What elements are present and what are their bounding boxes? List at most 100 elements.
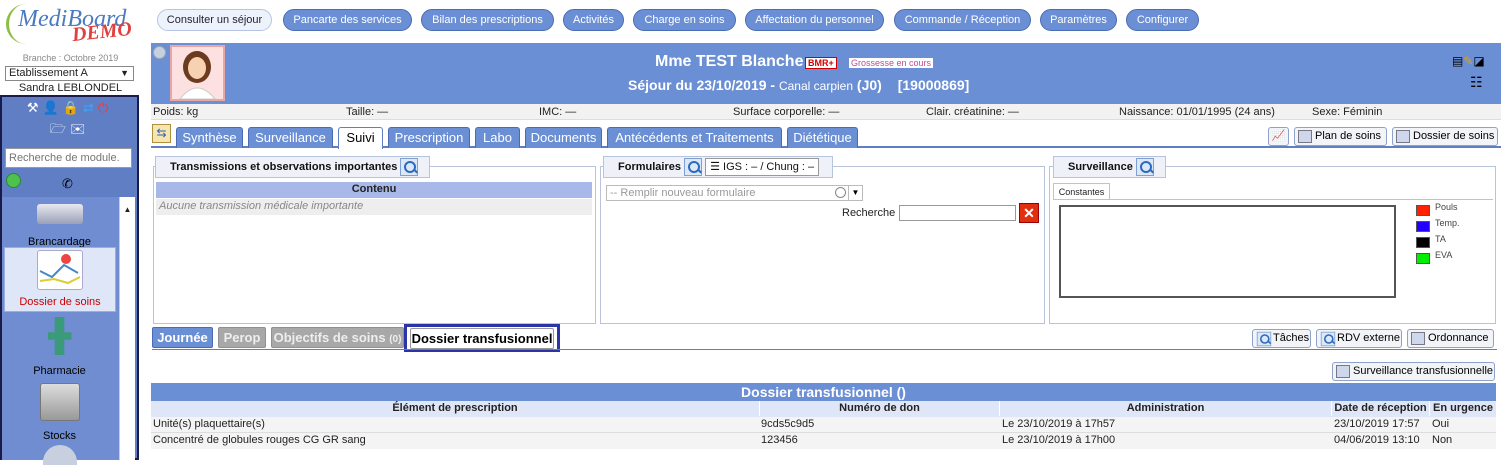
creatinine-clearance: Clair. créatinine: — [926,106,1019,118]
nav-commande-reception[interactable]: Commande / Réception [894,9,1031,31]
table-row[interactable]: Concentré de globules rouges CG GR sang … [151,433,1496,449]
form-search-label: Recherche [842,207,896,219]
module-stocks[interactable]: Stocks [2,383,117,442]
bmr-badge[interactable]: BMR+ [805,57,837,69]
tab-dietetique[interactable]: Diététique [787,127,858,148]
patient-avatar[interactable] [170,45,225,101]
tab-labo[interactable]: Labo [475,127,520,148]
module-next[interactable] [2,445,117,465]
edit-list-icon[interactable]: ☷ [1470,74,1483,91]
scroll-up-icon[interactable]: ▲ [120,205,135,214]
plan-de-soins-button[interactable]: Plan de soins [1294,127,1387,146]
tab-synthese[interactable]: Synthèse [176,127,243,148]
subtab-dossier-transfusionnel[interactable]: Dossier transfusionnel [410,328,554,349]
module-pharmacie[interactable]: Pharmacie [2,317,117,377]
patient-name[interactable]: Mme TEST Blanche [655,53,803,71]
subtab-journee[interactable]: Journée [152,327,213,348]
establishment-value: Etablissement A [9,67,88,79]
igs-chung-label: IGS : – / Chung : – [723,161,815,174]
new-form-select[interactable]: -- Remplir nouveau formulaire ▼ [606,185,863,201]
tab-constantes[interactable]: Constantes [1053,183,1110,200]
col-date-reception: Date de réception [1331,401,1429,416]
transmissions-title-text: Transmissions et observations importante… [170,161,398,173]
body-surface: Surface corporelle: — [733,106,840,118]
user-icon[interactable]: 👤 [43,100,63,115]
surveillance-title: Surveillance [1053,156,1166,178]
tab-documents[interactable]: Documents [525,127,602,148]
subtab-objectifs[interactable]: Objectifs de soins (0) [271,327,404,348]
table-row[interactable]: Unité(s) plaquettaire(s) 9cds5c9d5 Le 23… [151,417,1496,433]
nav-parametres[interactable]: Paramètres [1040,9,1117,31]
module-scrollbar[interactable]: ▲ [119,197,135,460]
legend-item[interactable]: EVA [1416,250,1486,266]
new-form-placeholder: -- Remplir nouveau formulaire [610,187,756,199]
chevron-down-icon[interactable]: ▼ [848,186,862,200]
search-icon[interactable] [1135,158,1154,177]
legend-item[interactable]: Pouls [1416,202,1486,218]
ordonnance-button[interactable]: Ordonnance [1407,329,1494,348]
formulaires-title: Formulaires ☰ IGS : – / Chung : – [603,156,833,178]
dossier-de-soins-button[interactable]: Dossier de soins [1392,127,1498,146]
module-search-input[interactable] [5,148,132,168]
height: Taille: — [346,106,389,118]
taches-button[interactable]: Tâches [1252,329,1311,348]
legend-label: TA [1435,234,1446,244]
nav-bilan-prescriptions[interactable]: Bilan des prescriptions [421,9,554,31]
legend-label: Temp. [1435,218,1460,228]
tab-prescription[interactable]: Prescription [388,127,470,148]
stay-reason: Canal carpien [778,79,854,93]
nav-activites[interactable]: Activités [563,9,624,31]
establishment-select[interactable]: Etablissement A ▼ [5,66,134,81]
print-icon[interactable]: ▤ [1452,54,1463,68]
swap-icon[interactable]: ⇆ [152,124,171,143]
pregnancy-badge: Grossesse en cours [849,58,934,68]
patient-banner [151,43,1501,104]
subtab-perop[interactable]: Perop [218,327,266,348]
cell-urgence: Oui [1432,418,1450,430]
constantes-graph[interactable] [1059,205,1396,298]
tab-suivi[interactable]: Suivi [338,127,383,149]
stretcher-icon [36,204,83,224]
tools-icon[interactable]: ✎ [1463,54,1473,68]
clear-icon[interactable] [835,187,846,198]
stay-info[interactable]: Séjour du 23/10/2019 - Canal carpien (J0… [628,77,969,93]
legend-item[interactable]: Temp. [1416,218,1486,234]
nav-charge-soins[interactable]: Charge en soins [633,9,736,31]
igs-chung-button[interactable]: ☰ IGS : – / Chung : – [705,158,820,177]
legend-item[interactable]: TA [1416,234,1486,250]
phone-icon[interactable]: ✆ [62,176,73,192]
form-search-input[interactable] [899,205,1016,221]
close-icon[interactable]: ✕ [1019,203,1039,223]
legend-swatch [1416,205,1430,216]
plan-label: Plan de soins [1315,130,1382,142]
nav-consulter-sejour[interactable]: Consulter un séjour [157,9,272,31]
switch-icon[interactable]: ⇄ [83,100,98,115]
legend-label: EVA [1435,250,1453,260]
surv-transf-label: Surveillance transfusionnelle [1353,365,1494,377]
search-icon[interactable] [400,158,419,177]
surveillance-transfusionnelle-button[interactable]: Surveillance transfusionnelle [1332,362,1495,381]
search-icon[interactable] [684,158,703,177]
tab-surveillance[interactable]: Surveillance [248,127,333,148]
nav-configurer[interactable]: Configurer [1126,9,1199,31]
graph-button[interactable]: 📈 [1268,127,1289,146]
add-icon[interactable] [6,173,21,188]
tab-divider [1053,199,1493,200]
user-name[interactable]: Sandra LEBLONDEL [0,82,141,94]
tab-antecedents[interactable]: Antécédents et Traitements [607,127,782,148]
mail-icon[interactable]: ✉ [70,121,89,136]
export-icon[interactable]: ◪ [1473,54,1484,68]
tools-icon[interactable]: ⚒ [27,100,43,115]
module-brancardage[interactable]: Brancardage [2,202,117,248]
app-logo[interactable]: MediBoard DEMO [4,4,138,48]
module-dossier-de-soins[interactable]: Dossier de soins [4,247,116,312]
folder-icon[interactable]: 🗁 [50,121,70,136]
rdv-externe-button[interactable]: RDV externe [1316,329,1402,348]
nav-affectation-personnel[interactable]: Affectation du personnel [745,9,884,31]
nav-pancarte-services[interactable]: Pancarte des services [283,9,412,31]
search-icon [1320,331,1336,347]
cell-numero: 123456 [761,434,798,446]
lock-icon[interactable]: 🔒 [63,100,83,115]
power-icon[interactable]: ⏻ [98,100,112,115]
stay-day: (J0) [856,77,882,93]
